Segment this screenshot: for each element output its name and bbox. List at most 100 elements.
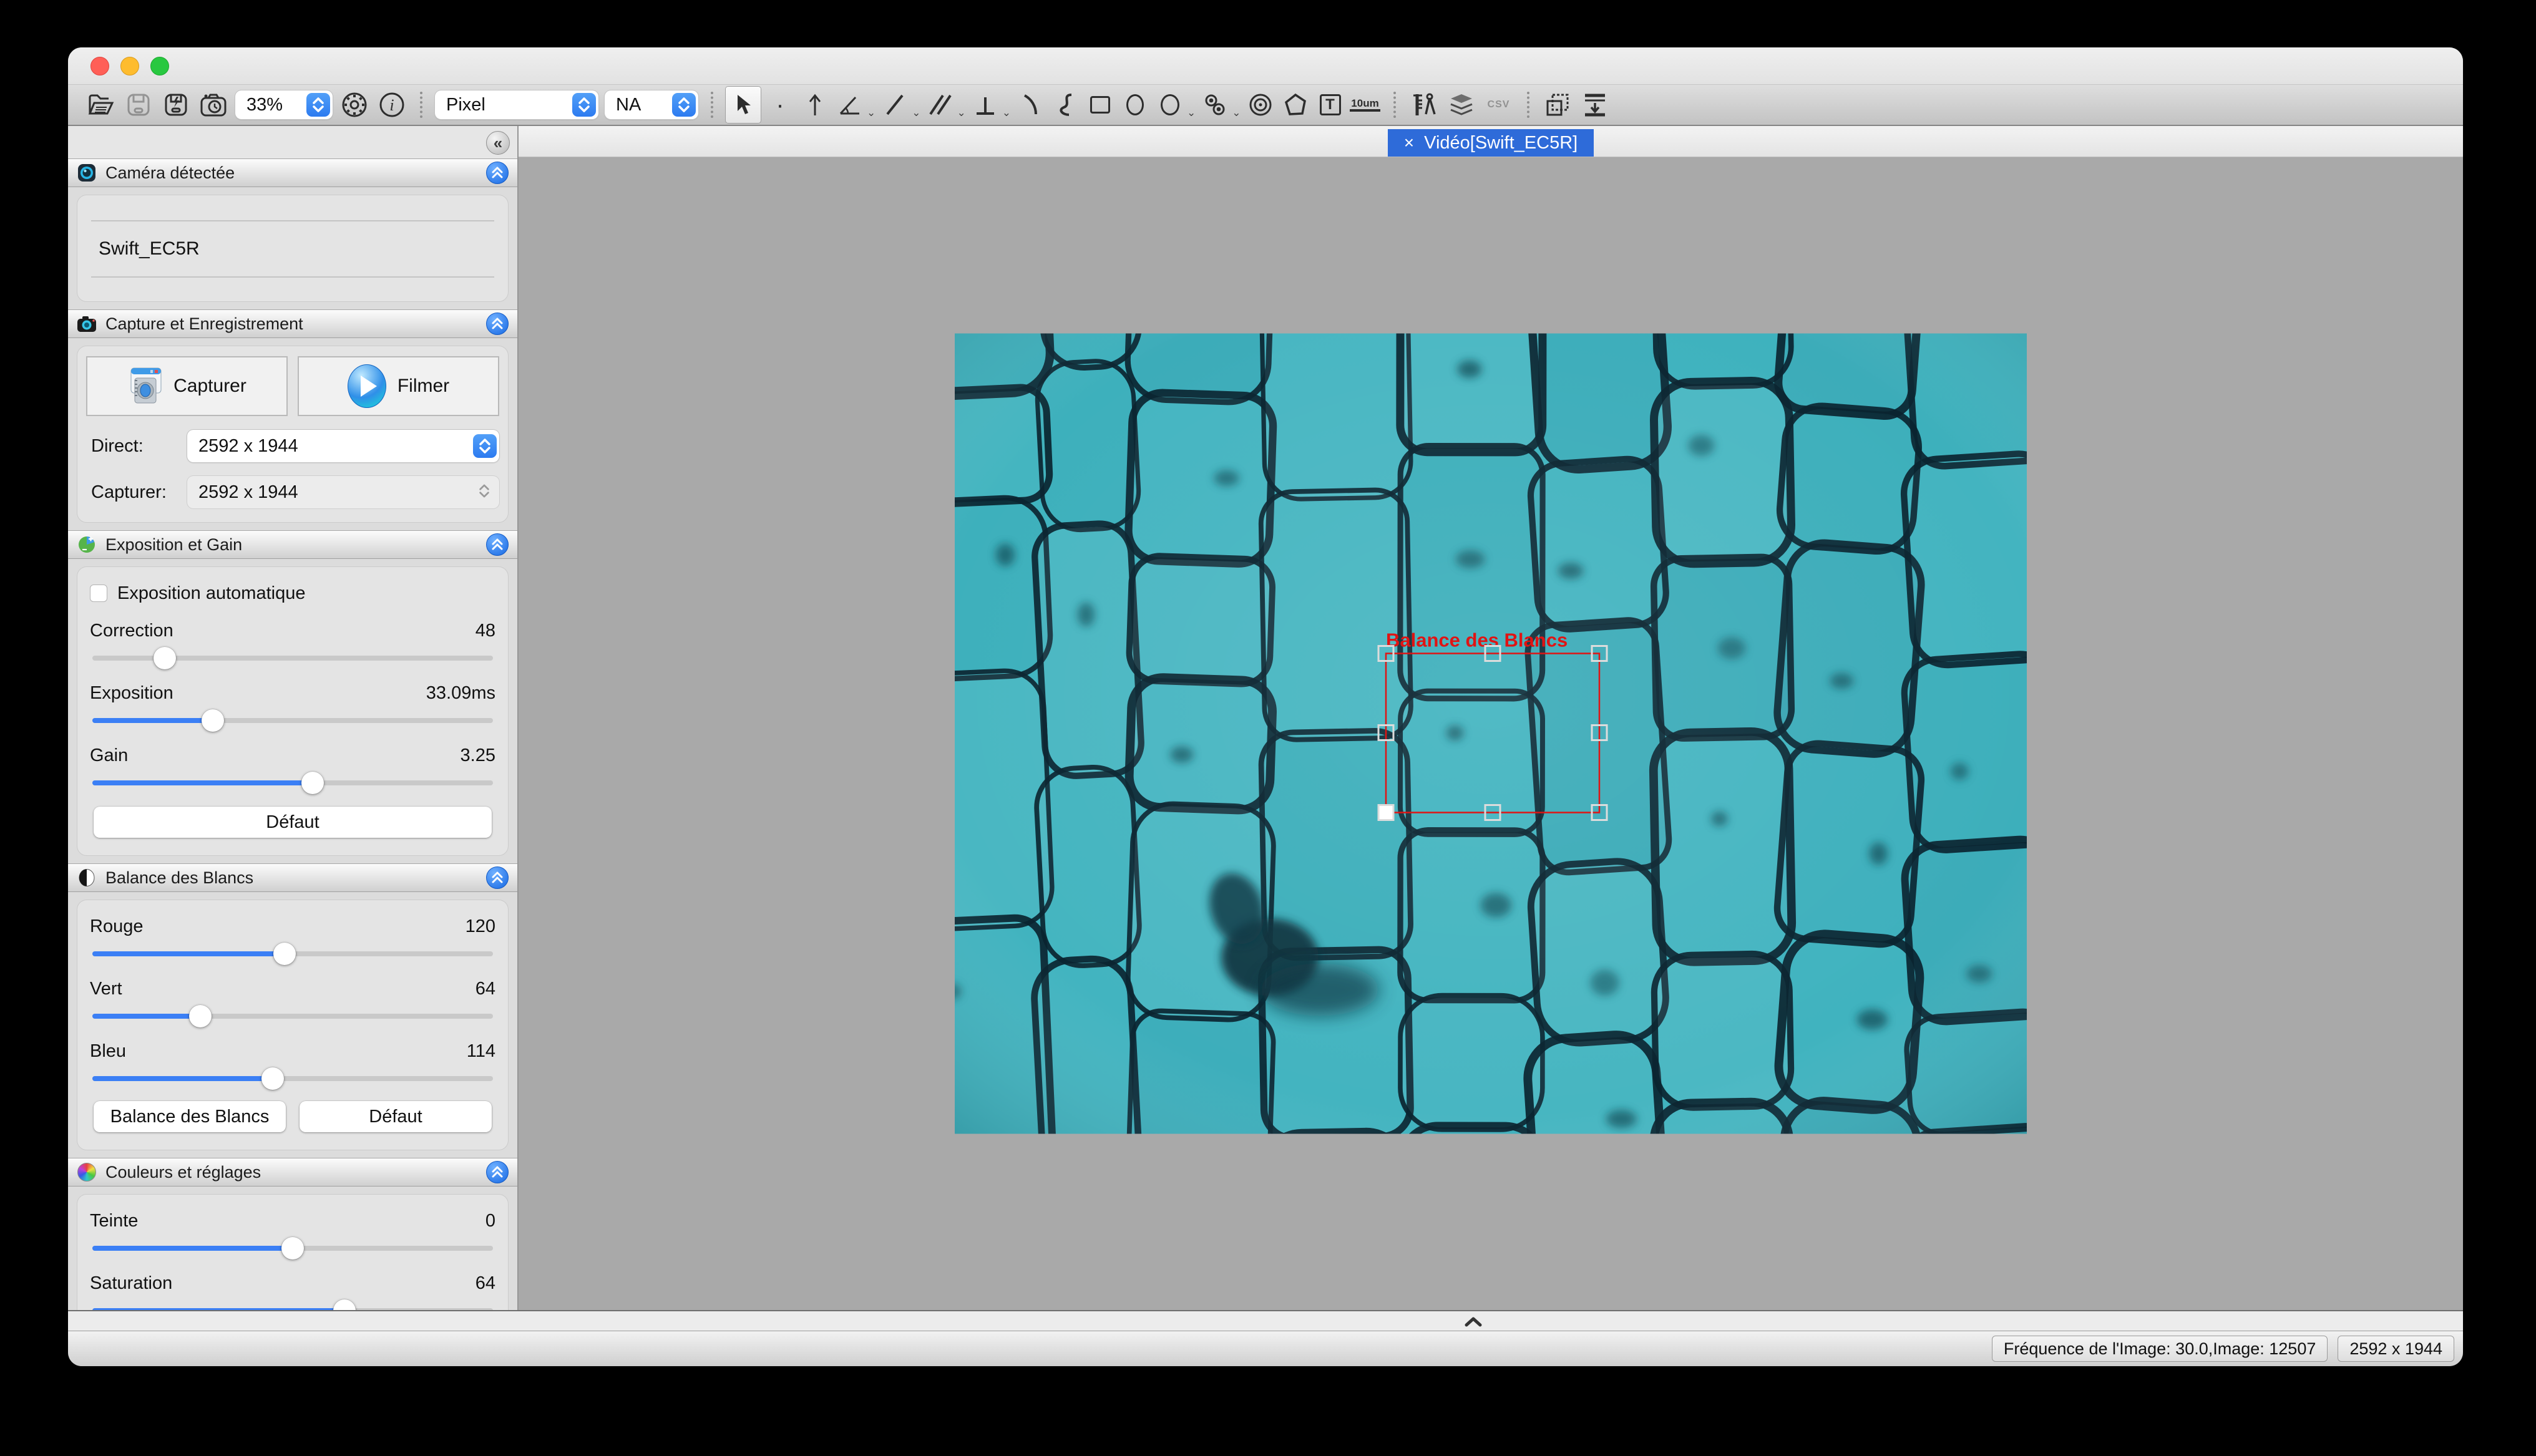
two-circles-tool-dropdown-icon[interactable]: ⌄: [1232, 107, 1241, 123]
section-title: Capture et Enregistrement: [105, 314, 477, 334]
exposure-slider[interactable]: [92, 708, 493, 733]
zoom-level-select[interactable]: 33%: [235, 90, 333, 119]
line-tool-icon[interactable]: [879, 89, 910, 120]
slider-value: 120: [466, 916, 495, 937]
zoom-stepper-icon[interactable]: [306, 93, 330, 117]
concentric-circles-tool-icon[interactable]: [1245, 89, 1276, 120]
slider-thumb[interactable]: [301, 772, 324, 794]
minimize-window-button[interactable]: [120, 57, 139, 75]
tab-close-icon[interactable]: ×: [1404, 134, 1414, 152]
close-window-button[interactable]: [90, 57, 109, 75]
export-icon[interactable]: [1579, 89, 1611, 120]
angle-tool-icon[interactable]: [834, 89, 866, 120]
section-header-colors[interactable]: Couleurs et réglages: [68, 1158, 517, 1187]
snap-resolution-select[interactable]: 2592 x 1944: [187, 476, 499, 508]
perpendicular-tool-dropdown-icon[interactable]: ⌄: [1002, 107, 1011, 123]
sidebar-collapse-button[interactable]: «: [486, 131, 510, 155]
white-balance-card: Rouge 120 Vert 64: [77, 900, 509, 1150]
measure-settings-icon[interactable]: [1408, 89, 1440, 120]
perpendicular-tool-icon[interactable]: [970, 89, 1001, 120]
snap-resolution-label: Capturer:: [86, 482, 178, 503]
toolbar-separator: [711, 92, 713, 118]
slider-thumb[interactable]: [154, 647, 176, 669]
toolbar-separator: [420, 92, 422, 118]
unit-stepper-icon[interactable]: [572, 93, 596, 117]
two-circles-tool-icon[interactable]: [1199, 89, 1231, 120]
green-slider[interactable]: [92, 1004, 493, 1029]
slider-thumb[interactable]: [189, 1005, 212, 1027]
live-video-frame[interactable]: Balance des Blancs: [955, 334, 2027, 1134]
white-balance-icon: [77, 868, 97, 888]
blue-slider[interactable]: [92, 1066, 493, 1091]
auto-exposure-checkbox[interactable]: [90, 585, 107, 602]
ellipse-tool-icon[interactable]: [1119, 89, 1151, 120]
rectangle-tool-icon[interactable]: [1085, 89, 1116, 120]
circle-tool-icon[interactable]: [1154, 89, 1186, 120]
app-window: 33% i: [68, 47, 2463, 1366]
exposure-default-button[interactable]: Défaut: [94, 807, 492, 838]
collapse-section-icon[interactable]: [486, 866, 509, 889]
curve-tool-icon[interactable]: [1050, 89, 1081, 120]
objective-stepper-icon[interactable]: [672, 93, 696, 117]
slider-value: 48: [476, 621, 495, 641]
section-header-white-balance[interactable]: Balance des Blancs: [68, 863, 517, 892]
correction-slider[interactable]: [92, 646, 493, 671]
video-tab[interactable]: × Vidéo[Swift_EC5R]: [1388, 129, 1594, 157]
section-title: Balance des Blancs: [105, 868, 477, 888]
parallel-tool-icon[interactable]: [925, 89, 956, 120]
save-icon[interactable]: [123, 89, 154, 120]
point-tool-icon[interactable]: ·: [764, 89, 796, 120]
angle-tool-dropdown-icon[interactable]: ⌄: [867, 107, 875, 123]
copy-icon[interactable]: [1542, 89, 1573, 120]
settings-gear-icon[interactable]: [339, 89, 370, 120]
objective-select[interactable]: NA: [605, 90, 698, 119]
section-header-capture[interactable]: Capture et Enregistrement: [68, 309, 517, 338]
slider-thumb[interactable]: [261, 1067, 284, 1090]
info-icon[interactable]: i: [376, 89, 407, 120]
line-tool-dropdown-icon[interactable]: ⌄: [912, 107, 920, 123]
collapse-section-icon[interactable]: [486, 313, 509, 335]
csv-export-icon[interactable]: CSV: [1483, 89, 1514, 120]
scalebar-tool-icon[interactable]: 10um: [1350, 89, 1381, 120]
live-resolution-select[interactable]: 2592 x 1944: [187, 430, 499, 462]
saturation-slider[interactable]: [92, 1298, 493, 1310]
hue-slider[interactable]: [92, 1236, 493, 1261]
live-resolution-stepper-icon[interactable]: [473, 434, 497, 458]
section-header-camera[interactable]: Caméra détectée: [68, 158, 517, 187]
text-tool-icon[interactable]: T: [1315, 89, 1346, 120]
gain-slider[interactable]: [92, 770, 493, 795]
section-header-exposure[interactable]: Exposition et Gain: [68, 530, 517, 559]
camera-lens-icon: [77, 163, 97, 183]
timed-capture-icon[interactable]: [198, 89, 229, 120]
slider-thumb[interactable]: [281, 1237, 304, 1259]
slider-thumb[interactable]: [333, 1299, 356, 1310]
pointer-tool-icon[interactable]: [726, 87, 761, 123]
zoom-window-button[interactable]: [150, 57, 169, 75]
white-balance-button[interactable]: Balance des Blancs: [94, 1101, 286, 1132]
slider-thumb[interactable]: [202, 709, 224, 732]
camera-device-row[interactable]: Swift_EC5R: [91, 221, 494, 276]
collapse-section-icon[interactable]: [486, 1161, 509, 1183]
collapse-section-icon[interactable]: [486, 162, 509, 184]
open-file-icon[interactable]: [85, 89, 117, 120]
tab-label: Vidéo[Swift_EC5R]: [1424, 133, 1578, 153]
parallel-tool-dropdown-icon[interactable]: ⌄: [957, 107, 966, 123]
slider-label: Correction: [90, 621, 173, 641]
batch-save-icon[interactable]: [160, 89, 192, 120]
slider-thumb[interactable]: [273, 943, 296, 965]
record-button[interactable]: Filmer: [298, 356, 499, 416]
expand-bottom-panel-icon[interactable]: [1453, 1314, 1493, 1330]
red-slider[interactable]: [92, 941, 493, 966]
capture-button[interactable]: Capturer: [86, 356, 288, 416]
unit-select[interactable]: Pixel: [435, 90, 598, 119]
slider-value: 64: [476, 979, 495, 999]
white-balance-default-button[interactable]: Défaut: [300, 1101, 492, 1132]
collapse-section-icon[interactable]: [486, 533, 509, 556]
arc-tool-icon[interactable]: [1015, 89, 1046, 120]
circle-tool-dropdown-icon[interactable]: ⌄: [1187, 107, 1196, 123]
sidebar-top-strip: «: [68, 126, 517, 158]
layers-icon[interactable]: [1446, 89, 1477, 120]
arrow-tool-icon[interactable]: [799, 89, 831, 120]
tab-strip: × Vidéo[Swift_EC5R]: [519, 126, 2463, 157]
polygon-tool-icon[interactable]: [1280, 89, 1311, 120]
